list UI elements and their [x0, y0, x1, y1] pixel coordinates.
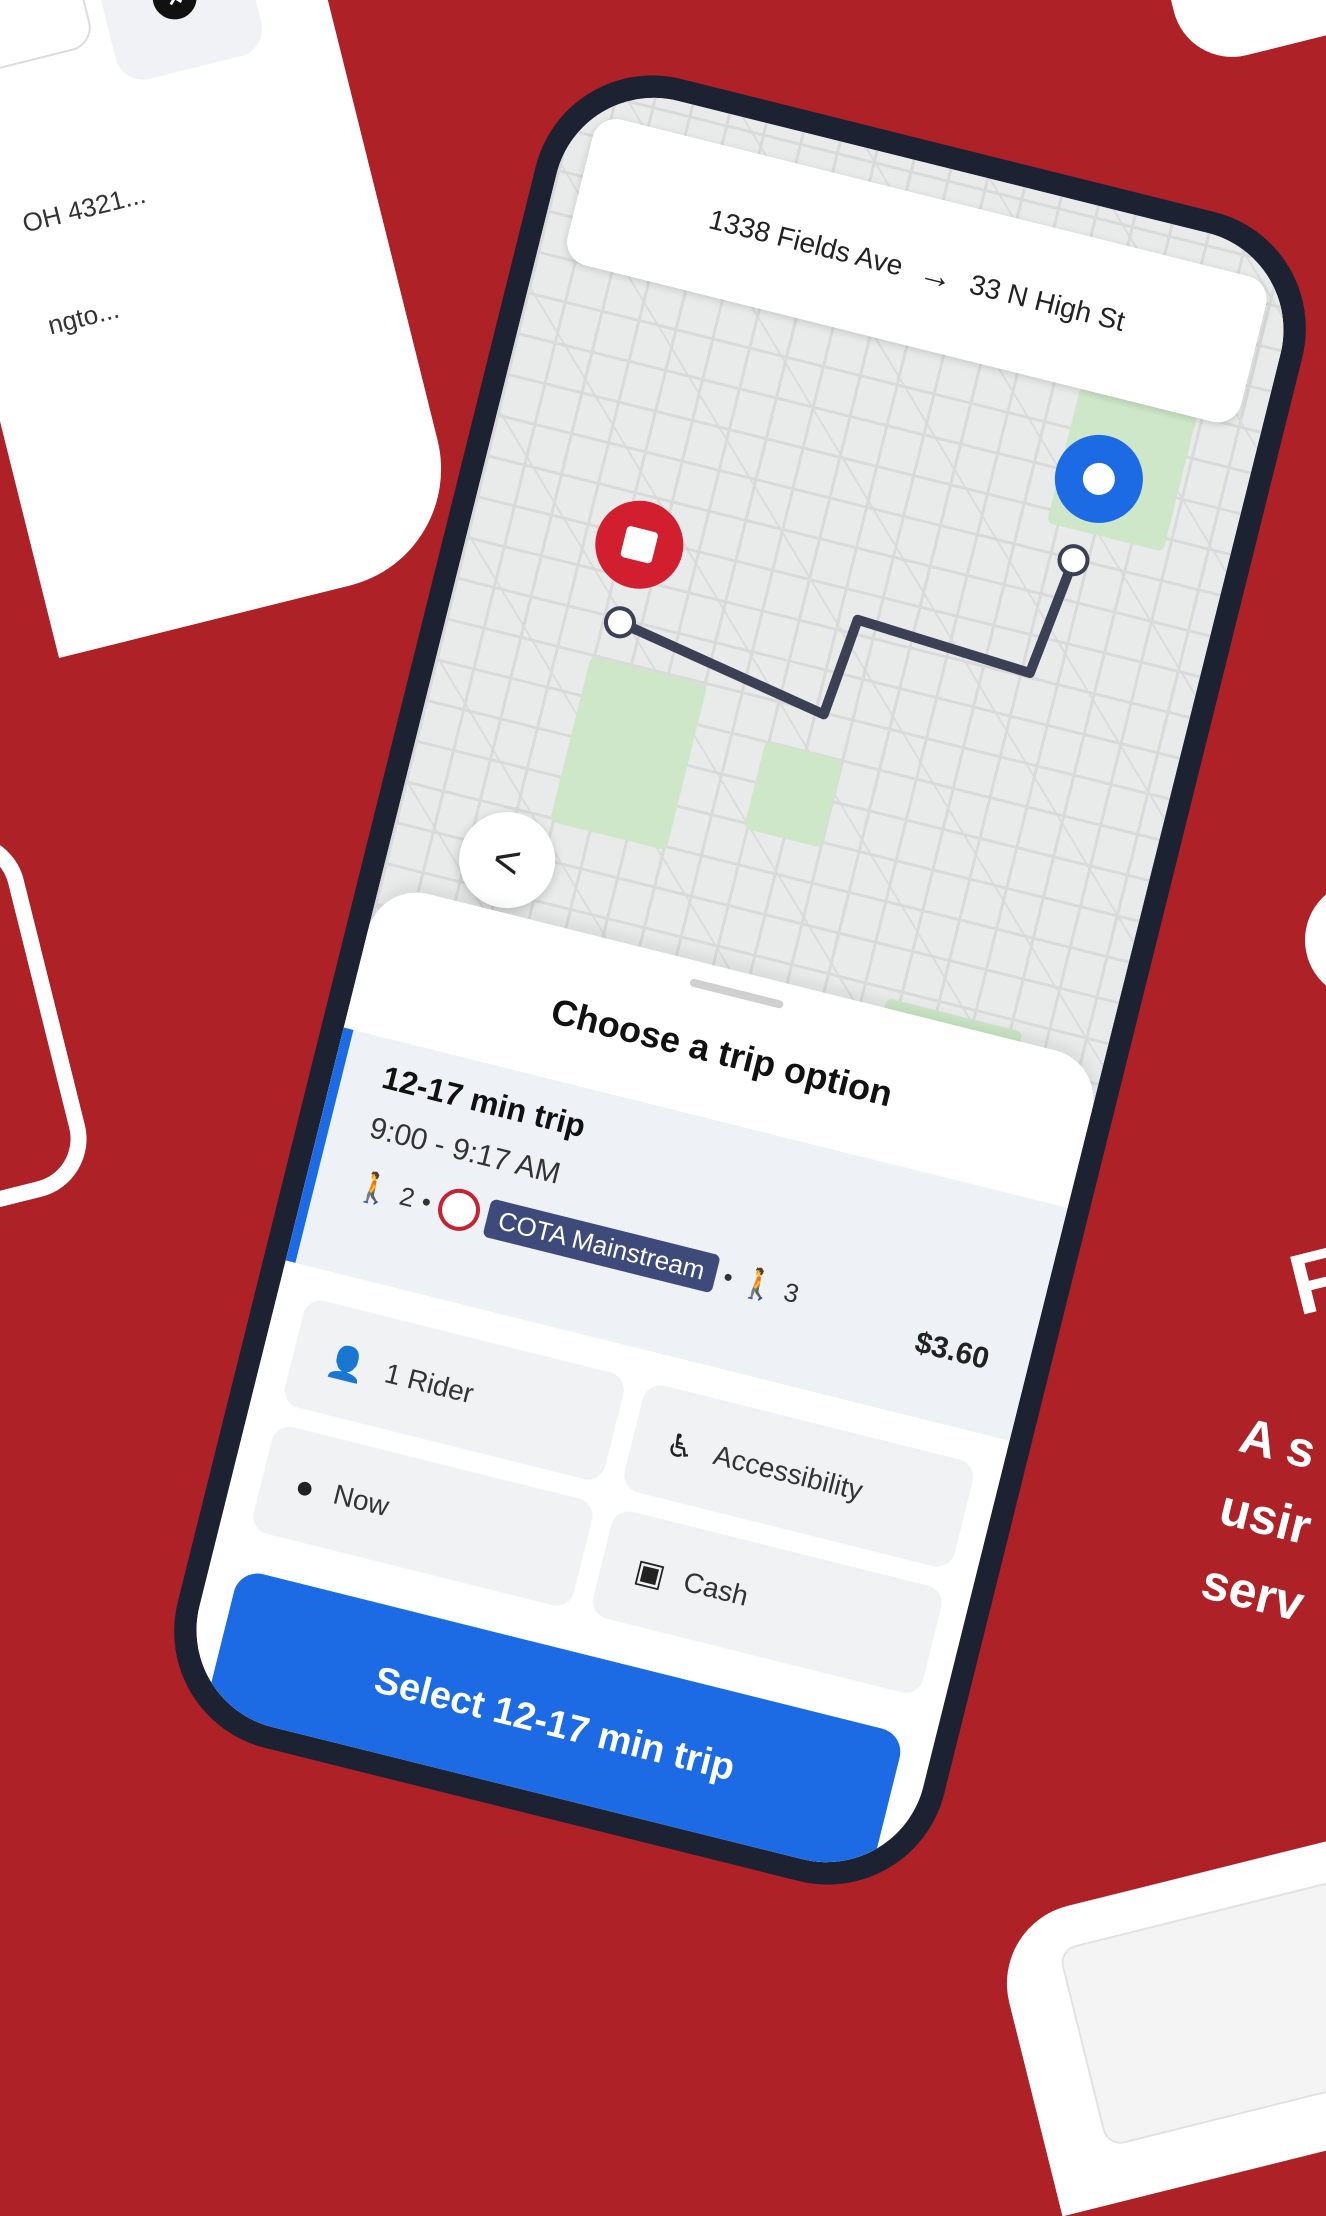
wheelchair-icon: ♿: [662, 1425, 699, 1468]
trip-legs: 🚶 2 • COTA Mainstream • 🚶 3: [351, 1164, 803, 1315]
walk-minutes-before: 2: [396, 1180, 418, 1213]
promo-heading: F: [1280, 1228, 1326, 1335]
close-pill: ×: [86, 0, 268, 86]
route-line: [617, 558, 1079, 720]
riders-label: 1 Rider: [381, 1357, 477, 1410]
leg-separator: •: [418, 1185, 435, 1217]
background-card-right: [1305, 880, 1326, 1000]
trip-price: $3.60: [911, 1325, 993, 1376]
search-field-background: [0, 0, 96, 75]
person-icon: 👤: [322, 1340, 371, 1386]
cash-icon: ▣: [631, 1551, 670, 1594]
walk-minutes-after: 3: [780, 1275, 803, 1309]
trip-options-sheet: Choose a trip option 12-17 min trip 9:00…: [175, 882, 1104, 1884]
walk-start-marker: [603, 606, 636, 639]
close-icon: ×: [147, 0, 202, 25]
walk-icon: 🚶: [352, 1168, 397, 1210]
promo-line-3: serv: [1196, 1552, 1310, 1633]
phone-mockup-wrap: 1338 Fields Ave → 33 N High St < Choose …: [145, 49, 1326, 1911]
arrow-right-icon: →: [915, 252, 958, 298]
route-destination: 33 N High St: [966, 268, 1129, 337]
back-chevron-icon: <: [487, 831, 527, 889]
background-card-inner: [1057, 1866, 1326, 2148]
background-card-top-right: [1159, 0, 1326, 70]
accessibility-label: Accessibility: [710, 1439, 866, 1507]
route-origin: 1338 Fields Ave: [705, 203, 907, 282]
promo-line-1: A s: [1234, 1406, 1322, 1480]
background-card-outline: [0, 821, 100, 1211]
sheet-drag-handle[interactable]: [689, 978, 785, 1010]
phone-frame: 1338 Fields Ave → 33 N High St < Choose …: [148, 49, 1326, 1911]
phone-screen: 1338 Fields Ave → 33 N High St < Choose …: [175, 76, 1305, 1884]
destination-pin[interactable]: [1046, 426, 1153, 533]
transit-service-badge: COTA Mainstream: [482, 1197, 721, 1293]
leg-separator: •: [720, 1260, 737, 1293]
clock-icon: ●: [291, 1466, 319, 1507]
payment-label: Cash: [680, 1565, 752, 1612]
origin-pin[interactable]: [586, 491, 693, 598]
time-label: Now: [330, 1478, 393, 1523]
bus-icon: [433, 1184, 485, 1236]
walk-end-marker: [1057, 544, 1090, 577]
background-address-1: OH 4321...: [19, 178, 149, 239]
walk-icon: 🚶: [736, 1263, 781, 1306]
promo-line-2: usir: [1214, 1478, 1317, 1556]
background-address-2: ngto...: [44, 293, 123, 341]
